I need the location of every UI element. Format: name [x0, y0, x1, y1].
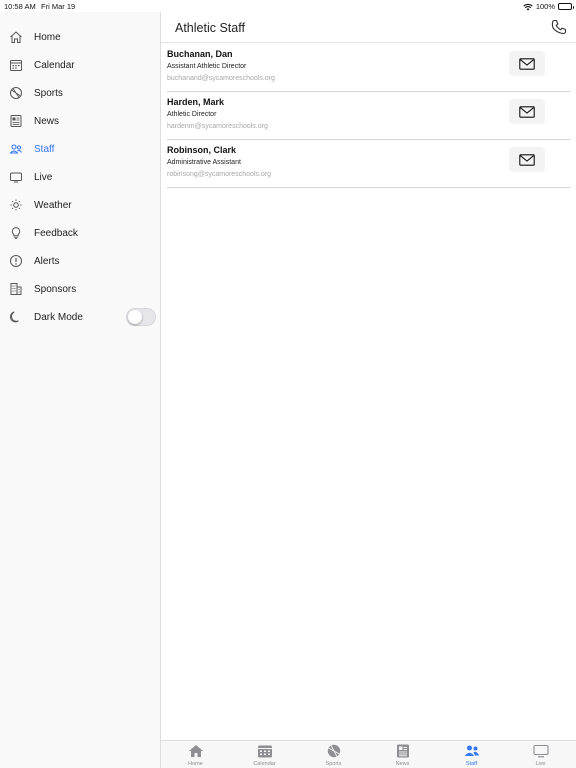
phone-button[interactable]	[550, 18, 568, 36]
staff-name: Buchanan, Dan	[167, 49, 233, 59]
tab-bar: Home Calendar Sports News Staff Live	[161, 740, 576, 768]
envelope-icon	[519, 105, 535, 118]
toggle-knob	[128, 310, 142, 324]
sidebar-item-label: Live	[34, 171, 53, 183]
calendar-icon	[257, 745, 272, 758]
sidebar-item-news[interactable]: News	[0, 107, 160, 135]
sidebar-item-label: Alerts	[34, 255, 60, 267]
people-icon	[464, 745, 479, 756]
basketball-icon	[327, 744, 340, 758]
envelope-icon	[519, 57, 535, 70]
people-icon	[9, 142, 23, 156]
tab-label: Home	[188, 761, 203, 767]
tab-news[interactable]: News	[368, 741, 437, 768]
sidebar-item-label: Staff	[34, 143, 55, 155]
sidebar-item-alerts[interactable]: Alerts	[0, 247, 160, 275]
tab-staff[interactable]: Staff	[437, 741, 506, 768]
sidebar-item-label: Sponsors	[34, 283, 77, 295]
tab-label: Calendar	[253, 761, 276, 767]
main-content: Athletic Staff Buchanan, Dan Assistant A…	[161, 12, 576, 740]
tv-icon	[9, 170, 23, 184]
staff-title: Athletic Director	[167, 111, 217, 118]
page-title: Athletic Staff	[175, 21, 245, 35]
tv-icon	[532, 744, 549, 758]
exclamation-icon	[9, 254, 23, 268]
sidebar-item-label: Dark Mode	[34, 311, 83, 323]
house-icon	[188, 745, 203, 757]
status-right: 100%	[523, 2, 574, 11]
staff-email[interactable]: hardenm@sycamoreschools.org	[167, 123, 268, 130]
battery-percent: 100%	[535, 2, 555, 11]
sidebar-item-home[interactable]: Home	[0, 23, 160, 51]
sidebar-item-label: News	[34, 115, 60, 127]
staff-row: Harden, Mark Athletic Director hardenm@s…	[167, 92, 570, 140]
sidebar-item-weather[interactable]: Weather	[0, 191, 160, 219]
sidebar-item-label: Feedback	[34, 227, 78, 239]
sidebar-item-label: Weather	[34, 199, 72, 211]
sidebar-item-dark-mode: Dark Mode	[0, 303, 160, 331]
staff-row: Robinson, Clark Administrative Assistant…	[167, 140, 570, 188]
sidebar-item-live[interactable]: Live	[0, 163, 160, 191]
sidebar-item-label: Home	[34, 31, 61, 43]
newspaper-icon	[396, 744, 409, 758]
sidebar-item-staff[interactable]: Staff	[0, 135, 160, 163]
staff-email[interactable]: buchanand@sycamoreschools.org	[167, 75, 275, 82]
basketball-icon	[9, 86, 23, 100]
lightbulb-icon	[9, 226, 23, 240]
sidebar-item-label: Calendar	[34, 59, 75, 71]
newspaper-icon	[9, 114, 23, 128]
tab-label: News	[395, 761, 410, 767]
phone-icon	[551, 19, 567, 35]
status-bar: 10:58 AM Fri Mar 19 100%	[0, 0, 576, 12]
sidebar-item-feedback[interactable]: Feedback	[0, 219, 160, 247]
sun-icon	[9, 198, 23, 212]
status-date: Fri Mar 19	[41, 2, 76, 11]
moon-icon	[9, 310, 23, 324]
tab-label: Live	[535, 761, 546, 767]
status-time: 10:58 AM	[4, 2, 36, 11]
tab-live[interactable]: Live	[506, 741, 575, 768]
wifi-icon	[523, 3, 533, 10]
staff-title: Assistant Athletic Director	[167, 63, 247, 70]
tab-calendar[interactable]: Calendar	[230, 741, 299, 768]
dark-mode-toggle[interactable]	[126, 308, 156, 326]
staff-name: Harden, Mark	[167, 97, 225, 107]
email-button[interactable]	[509, 147, 545, 172]
sidebar: Home Calendar Sports News Staff Live Wea…	[0, 12, 161, 768]
email-button[interactable]	[509, 99, 545, 124]
staff-title: Administrative Assistant	[167, 159, 241, 166]
sidebar-item-sponsors[interactable]: Sponsors	[0, 275, 160, 303]
tab-label: Staff	[465, 761, 478, 767]
sidebar-item-sports[interactable]: Sports	[0, 79, 160, 107]
staff-email[interactable]: robinsong@sycamoreschools.org	[167, 171, 271, 178]
battery-icon	[558, 3, 574, 10]
staff-name: Robinson, Clark	[167, 145, 237, 155]
sidebar-item-label: Sports	[34, 87, 63, 99]
house-icon	[9, 30, 23, 44]
sidebar-item-calendar[interactable]: Calendar	[0, 51, 160, 79]
email-button[interactable]	[509, 51, 545, 76]
tab-home[interactable]: Home	[161, 741, 230, 768]
calendar-icon	[9, 58, 23, 72]
building-icon	[9, 282, 23, 296]
tab-sports[interactable]: Sports	[299, 741, 368, 768]
envelope-icon	[519, 153, 535, 166]
tab-label: Sports	[325, 761, 342, 767]
nav-separator	[161, 42, 576, 43]
staff-row: Buchanan, Dan Assistant Athletic Directo…	[167, 44, 570, 92]
